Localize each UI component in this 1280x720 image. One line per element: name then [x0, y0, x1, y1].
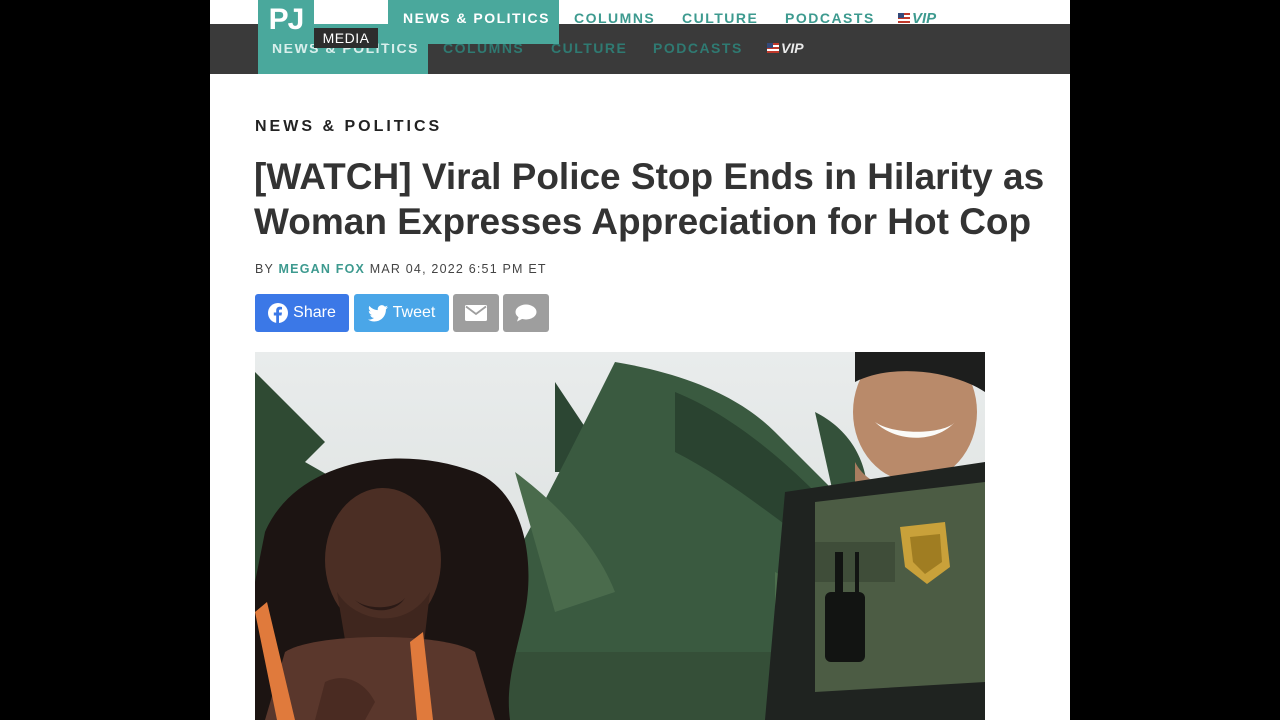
twitter-tweet-label: Tweet — [392, 304, 436, 321]
nav-item-news-politics[interactable]: NEWS & POLITICS — [403, 10, 550, 26]
envelope-icon — [465, 305, 487, 321]
article-headline: [WATCH] Viral Police Stop Ends in Hilari… — [254, 156, 1045, 242]
article-category[interactable]: NEWS & POLITICS — [255, 118, 442, 136]
nav-item-columns[interactable]: COLUMNS — [574, 10, 655, 26]
article-page: NEWS & POLITICS COLUMNS CULTURE PODCASTS… — [210, 0, 1070, 720]
nav-item-podcasts[interactable]: PODCASTS — [785, 10, 875, 26]
facebook-share-button[interactable]: Share — [255, 294, 349, 332]
flag-icon — [767, 43, 779, 53]
facebook-icon — [268, 303, 289, 323]
article-featured-image[interactable] — [255, 352, 985, 720]
byline: BY MEGAN FOX MAR 04, 2022 6:51 PM ET — [255, 262, 547, 276]
main-nav: NEWS & POLITICS COLUMNS CULTURE PODCASTS… — [210, 10, 1070, 30]
twitter-icon — [367, 304, 388, 321]
logo-media: MEDIA — [314, 28, 378, 48]
ghost-nav-vip: VIP — [767, 40, 804, 56]
nav-item-vip-label: VIP — [912, 10, 937, 27]
flag-icon — [898, 13, 910, 23]
facebook-share-label: Share — [293, 304, 336, 321]
comment-icon — [515, 304, 537, 322]
ghost-nav-podcasts: PODCASTS — [653, 40, 743, 56]
publish-date: MAR 04, 2022 6:51 PM ET — [369, 262, 547, 276]
comments-button[interactable] — [503, 294, 549, 332]
nav-item-vip[interactable]: VIP — [898, 10, 936, 27]
author-link[interactable]: MEGAN FOX — [279, 262, 366, 276]
email-share-button[interactable] — [453, 294, 499, 332]
byline-by: BY — [255, 262, 274, 276]
twitter-tweet-button[interactable]: Tweet — [354, 294, 449, 332]
nav-item-culture[interactable]: CULTURE — [682, 10, 758, 26]
ghost-nav-culture: CULTURE — [551, 40, 628, 56]
photo-scene — [255, 352, 985, 720]
